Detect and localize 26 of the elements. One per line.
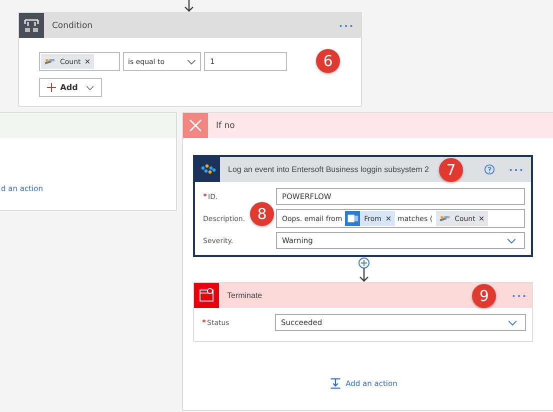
- plus-icon: [47, 83, 56, 92]
- variable-icon: [438, 214, 451, 224]
- callout-badge: 9: [472, 284, 496, 308]
- chevron-down-icon: [187, 58, 196, 64]
- remove-icon[interactable]: [84, 59, 90, 64]
- add-action-icon: [330, 378, 341, 389]
- chevron-down-icon: [508, 320, 517, 326]
- callout-badge: 7: [439, 158, 464, 182]
- card-title: If no: [216, 120, 235, 130]
- card-title: Log an event into Entersoft Business loggin subsystem 2: [228, 165, 430, 174]
- card-title: Condition: [52, 20, 94, 30]
- callout-badge: 8: [250, 202, 274, 226]
- mail-icon: [345, 211, 360, 226]
- connector-arrow: [183, 0, 195, 12]
- remove-icon[interactable]: [479, 216, 484, 221]
- add-button[interactable]: Add: [39, 78, 102, 97]
- variable-icon: [44, 56, 56, 66]
- chevron-down-icon: [507, 238, 516, 244]
- remove-icon[interactable]: [386, 216, 390, 221]
- chevron-down-icon: [86, 84, 94, 90]
- more-icon[interactable]: [509, 168, 523, 172]
- help-icon[interactable]: [484, 164, 495, 175]
- more-icon[interactable]: [339, 24, 353, 28]
- card-title: Terminate: [227, 291, 262, 300]
- more-icon[interactable]: [512, 294, 526, 298]
- callout-badge: 6: [316, 49, 340, 73]
